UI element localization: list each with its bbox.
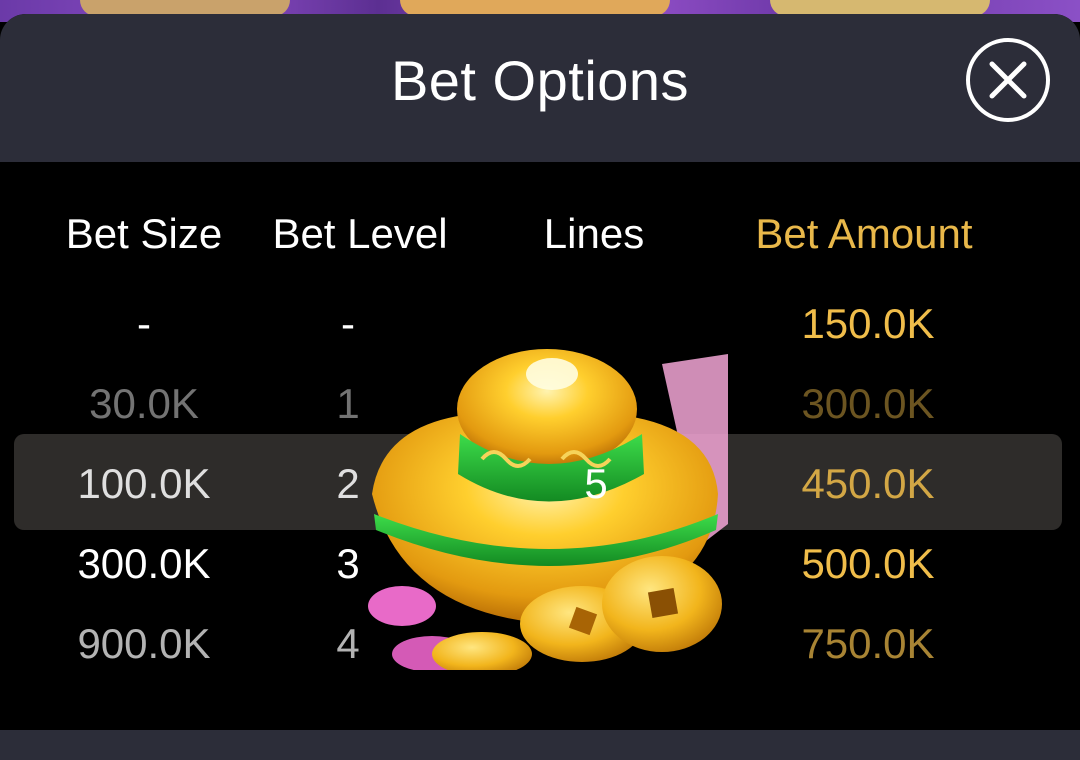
bet-options-modal: Bet Options Bet Size Bet Level Lines Bet… (0, 14, 1080, 760)
bet-options-screen: Bet Options Bet Size Bet Level Lines Bet… (0, 0, 1080, 760)
bet-amount-option[interactable]: 750.0K (738, 604, 998, 684)
modal-title: Bet Options (390, 49, 690, 112)
bet-amount-header: Bet Amount (755, 210, 973, 257)
lines-header: Lines (543, 210, 645, 257)
lines-value: 5 (584, 460, 608, 507)
close-icon (989, 61, 1027, 99)
bet-amount-option[interactable]: 150.0K (738, 284, 998, 364)
bet-amount-option-selected[interactable]: 450.0K (738, 444, 998, 524)
modal-header: Bet Options (0, 14, 1080, 162)
modal-footer (0, 730, 1080, 760)
bet-amount-option[interactable]: 500.0K (738, 524, 998, 604)
close-button[interactable] (966, 38, 1050, 122)
bet-level-header: Bet Level (272, 210, 448, 257)
bet-amount-option[interactable]: 300.0K (738, 364, 998, 444)
